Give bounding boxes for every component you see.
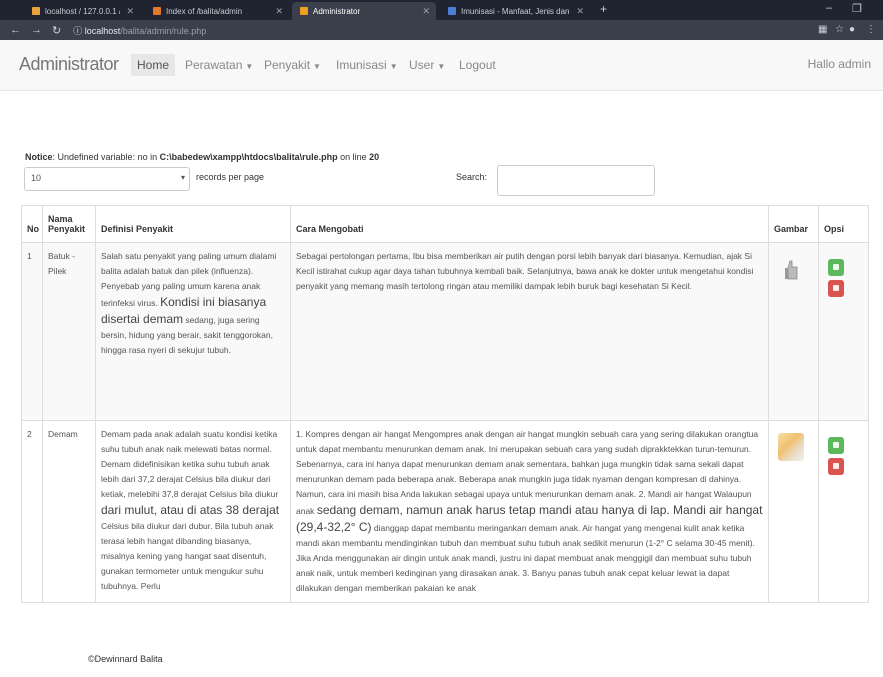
tab-favicon-icon	[448, 7, 456, 15]
extension-icon[interactable]: ▦	[818, 24, 827, 35]
site-info-icon[interactable]: ⓘ	[73, 26, 85, 36]
caret-down-icon: ▼	[389, 62, 398, 71]
browser-tab-administrator[interactable]: Administrator ✕	[292, 2, 436, 20]
rules-table: No Nama Penyakit Definisi Penyakit Cara …	[21, 205, 869, 603]
bookmark-star-icon[interactable]: ☆	[835, 24, 844, 35]
user-greeting: Hallo admin	[807, 57, 871, 71]
caret-down-icon: ▼	[437, 62, 446, 71]
url-field[interactable]: ⓘ localhost/balita/admin/rule.php	[73, 24, 206, 37]
cell-cara-mengobati: Sebagai pertolongan pertama, Ibu bisa me…	[290, 242, 769, 421]
close-tab-icon[interactable]: ✕	[576, 6, 584, 17]
close-tab-icon[interactable]: ✕	[422, 6, 430, 17]
address-bar: ← → ↻ ⓘ localhost/balita/admin/rule.php	[0, 20, 883, 40]
new-tab-button[interactable]: +	[600, 2, 607, 16]
browser-tab-index[interactable]: Index of /balita/admin ✕	[145, 2, 289, 20]
food-image	[778, 433, 804, 461]
close-tab-icon[interactable]: ✕	[275, 6, 283, 17]
header-gambar[interactable]: Gambar	[768, 205, 819, 243]
tab-favicon-icon	[153, 7, 161, 15]
delete-button[interactable]	[828, 458, 844, 475]
edit-icon	[833, 264, 839, 270]
app-navbar: Administrator Home Perawatan ▼ Penyakit ▼ …	[0, 40, 883, 91]
cell-no: 2	[21, 420, 43, 603]
cell-opsi	[818, 242, 869, 421]
close-tab-icon[interactable]: ✕	[126, 6, 134, 17]
minimize-icon[interactable]: –	[826, 2, 832, 14]
trash-icon	[833, 285, 839, 291]
records-per-page-label: records per page	[196, 172, 265, 182]
header-no[interactable]: No	[21, 205, 43, 243]
caret-down-icon: ▼	[313, 62, 321, 71]
header-cara-mengobati[interactable]: Cara Mengobati	[290, 205, 769, 243]
header-opsi[interactable]: Opsi	[818, 205, 869, 243]
edit-button[interactable]	[828, 259, 844, 276]
cell-gambar	[768, 420, 819, 603]
menu-icon[interactable]: ⋮	[866, 24, 876, 35]
nav-penyakit[interactable]: Penyakit ▼	[258, 54, 327, 76]
cell-cara-mengobati: 1. Kompres dengan air hangat Mengompres …	[290, 420, 769, 603]
header-definisi-penyakit[interactable]: Definisi Penyakit	[95, 205, 291, 243]
trash-icon	[833, 463, 839, 469]
nav-perawatan[interactable]: Perawatan ▼	[179, 54, 259, 76]
cell-nama-penyakit: Demam	[42, 420, 96, 603]
forward-icon[interactable]: →	[31, 24, 42, 36]
cell-no: 1	[21, 242, 43, 421]
nav-logout[interactable]: Logout	[453, 54, 502, 76]
caret-down-icon: ▼	[245, 62, 254, 71]
edit-icon	[833, 442, 839, 448]
edit-button[interactable]	[828, 437, 844, 454]
cell-nama-penyakit: Batuk - Pilek	[42, 242, 96, 421]
cell-definisi: Demam pada anak adalah suatu kondisi ket…	[95, 420, 291, 603]
nav-home[interactable]: Home	[131, 54, 176, 76]
brand-title[interactable]: Administrator	[19, 54, 119, 75]
header-nama-penyakit[interactable]: Nama Penyakit	[42, 205, 96, 243]
cell-definisi: Salah satu penyakit yang paling umum dia…	[95, 242, 291, 421]
search-input[interactable]	[497, 165, 655, 196]
table-header-row: No Nama Penyakit Definisi Penyakit Cara …	[21, 205, 869, 243]
back-icon[interactable]: ←	[10, 24, 21, 36]
nav-imunisasi[interactable]: Imunisasi ▼	[330, 54, 404, 76]
records-per-page-select[interactable]: 10 ▾	[24, 167, 190, 191]
nav-user[interactable]: User ▼	[403, 54, 451, 76]
browser-tab-phpmyadmin[interactable]: localhost / 127.0.0.1 / balita / rul ✕	[24, 2, 140, 20]
maximize-icon[interactable]: ❐	[852, 2, 862, 15]
tab-favicon-icon	[300, 7, 308, 15]
table-row: 2 Demam Demam pada anak adalah suatu kon…	[21, 420, 869, 603]
cell-gambar	[768, 242, 819, 421]
reload-icon[interactable]: ↻	[52, 24, 61, 37]
tab-favicon-icon	[32, 7, 40, 15]
cell-opsi	[818, 420, 869, 603]
select-arrow-icon: ▾	[180, 173, 185, 182]
search-label: Search:	[456, 172, 488, 182]
thumbs-up-icon	[785, 260, 798, 280]
browser-tab-bar: localhost / 127.0.0.1 / balita / rul ✕ I…	[0, 0, 883, 20]
profile-icon[interactable]: ●	[849, 24, 855, 35]
table-row: 1 Batuk - Pilek Salah satu penyakit yang…	[21, 242, 869, 421]
footer-copyright: ©Dewinnard Balita	[88, 654, 163, 664]
delete-button[interactable]	[828, 280, 844, 297]
php-notice: Notice: Undefined variable: no in C:\bab…	[25, 152, 380, 162]
browser-tab-imunisasi[interactable]: Imunisasi - Manfaat, Jenis dan J ✕	[440, 2, 590, 20]
